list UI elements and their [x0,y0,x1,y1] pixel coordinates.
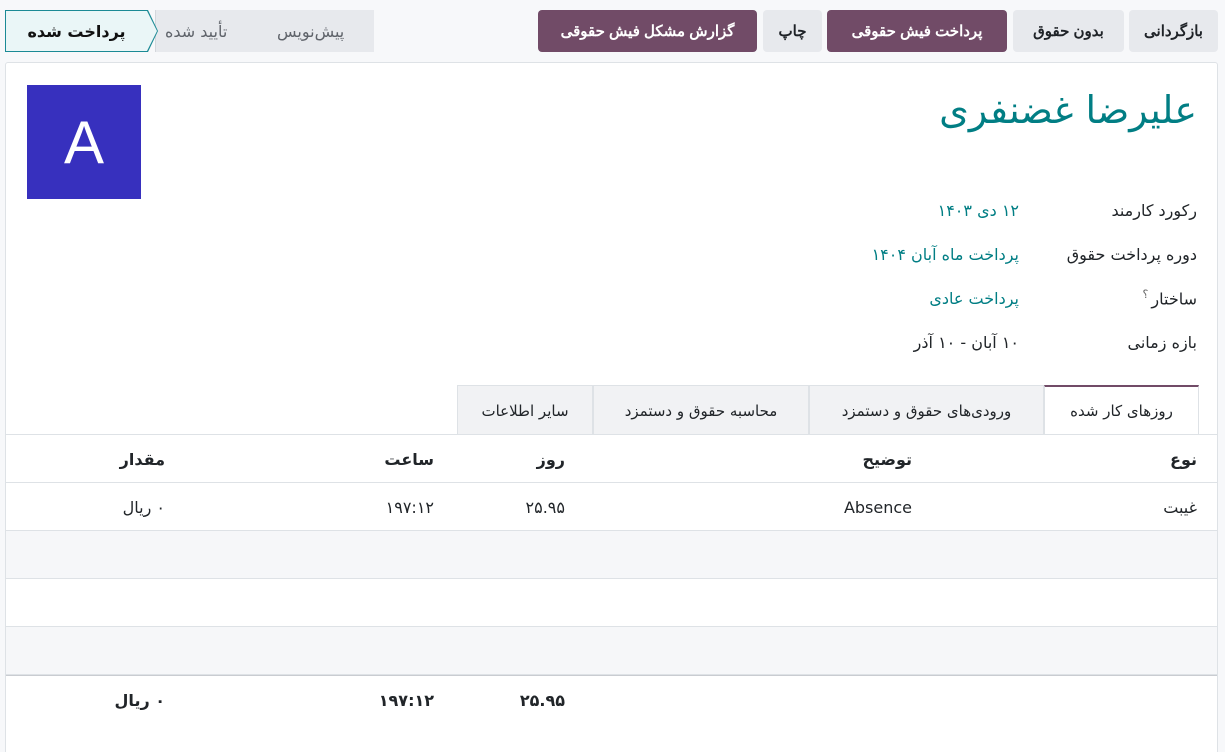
pay-payslip-button[interactable]: پرداخت فیش حقوقی [827,10,1007,52]
cell-type: غیبت [1163,497,1197,517]
table-header: نوع توضیح روز ساعت مقدار [6,435,1217,483]
field-pay-period: دوره پرداخت حقوق پرداخت ماه آبان ۱۴۰۴ [797,239,1197,269]
date-range-value[interactable]: ۱۰ آبان - ۱۰ آذر [797,333,1037,352]
tab-payroll-computation[interactable]: محاسبه حقوق و دستمزد [593,385,809,435]
total-hour: ۱۹۷:۱۲ [378,690,434,710]
total-amount: ۰ ریال [114,690,165,710]
structure-label: ساختار [1151,289,1197,309]
cell-hour: ۱۹۷:۱۲ [385,497,434,517]
report-issue-button[interactable]: گزارش مشکل فیش حقوقی [538,10,757,52]
empty-row [6,627,1217,675]
pay-period-link[interactable]: پرداخت ماه آبان ۱۴۰۴ [797,245,1037,264]
header-hour[interactable]: ساعت [384,435,434,483]
cell-amount: ۰ ریال [122,497,165,517]
stage-draft-label: پیش‌نویس [277,21,345,41]
avatar-initial: A [63,108,105,176]
table-row[interactable]: غیبت Absence ۲۵.۹۵ ۱۹۷:۱۲ ۰ ریال [6,483,1217,531]
header-day[interactable]: روز [537,435,565,483]
total-day: ۲۵.۹۵ [519,690,565,710]
stage-draft[interactable]: پیش‌نویس تأیید شده [155,10,374,52]
print-button[interactable]: چاپ [763,10,822,52]
structure-link[interactable]: پرداخت عادی [797,289,1037,308]
tab-worked-days[interactable]: روزهای کار شده [1044,385,1199,435]
employee-name: علیرضا غضنفری [939,88,1197,132]
field-structure: ساختار؟ پرداخت عادی [797,283,1197,313]
cell-day: ۲۵.۹۵ [525,497,565,517]
structure-label-wrap: ساختار؟ [1037,288,1197,308]
table-footer: ۲۵.۹۵ ۱۹۷:۱۲ ۰ ریال [6,675,1217,723]
empty-row [6,579,1217,627]
avatar[interactable]: A [27,85,141,199]
employee-record-label: رکورد کارمند [1111,200,1197,220]
header-type[interactable]: نوع [1170,435,1197,483]
header-description[interactable]: توضیح [862,435,912,483]
cell-description: Absence [843,497,912,517]
field-employee-record: رکورد کارمند ۱۲ دی ۱۴۰۳ [797,195,1197,225]
stage-paid[interactable]: پرداخت شده [5,10,148,52]
no-salary-button[interactable]: بدون حقوق [1013,10,1124,52]
employee-record-link[interactable]: ۱۲ دی ۱۴۰۳ [797,201,1037,220]
header-amount[interactable]: مقدار [120,435,165,483]
help-icon[interactable]: ؟ [1143,288,1149,301]
reset-button[interactable]: بازگردانی [1129,10,1218,52]
tab-other-info[interactable]: سایر اطلاعات [457,385,593,435]
notebook-tabs: روزهای کار شده ورودی‌های حقوق و دستمزد م… [457,385,1199,435]
stage-confirmed-label: تأیید شده [165,21,228,41]
tab-payroll-inputs[interactable]: ورودی‌های حقوق و دستمزد [809,385,1044,435]
field-date-range: بازه زمانی ۱۰ آبان - ۱۰ آذر [797,327,1197,357]
worked-days-table: نوع توضیح روز ساعت مقدار غیبت Absence ۲۵… [6,435,1217,723]
control-panel: بازگردانی بدون حقوق پرداخت فیش حقوقی چاپ… [0,0,1225,62]
stage-paid-label: پرداخت شده [27,21,126,41]
pay-period-label: دوره پرداخت حقوق [1066,244,1197,264]
date-range-label: بازه زمانی [1127,332,1197,352]
stage-arrow-fill [147,11,157,51]
status-bar: پیش‌نویس تأیید شده پرداخت شده [5,10,374,52]
empty-row [6,531,1217,579]
payslip-form: A علیرضا غضنفری رکورد کارمند ۱۲ دی ۱۴۰۳ … [5,62,1218,752]
